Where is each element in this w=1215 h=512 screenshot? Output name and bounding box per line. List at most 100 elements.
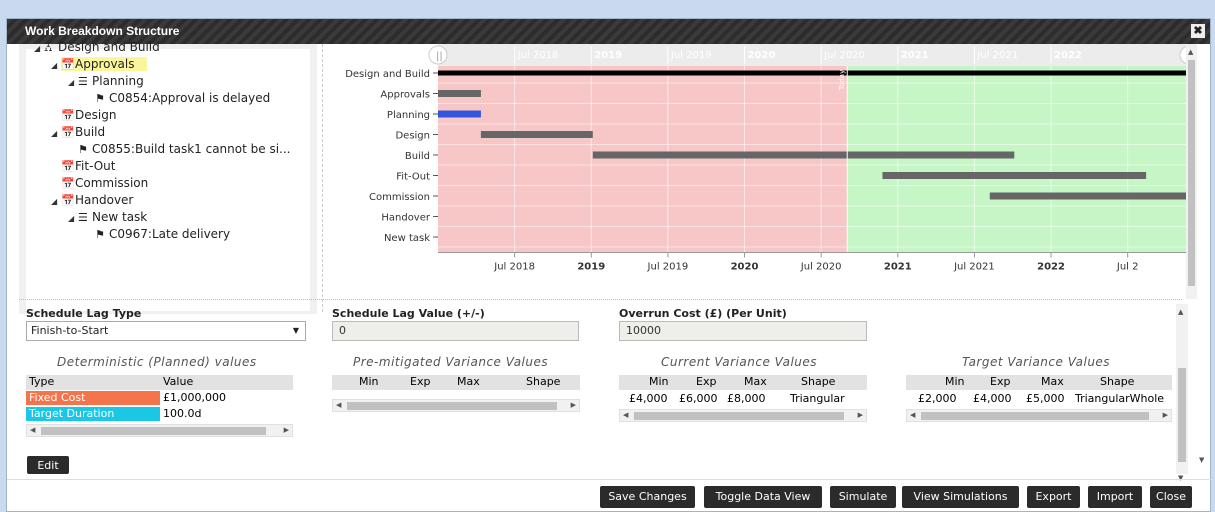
simulate-button[interactable]: Simulate [830,486,896,508]
tree-node[interactable]: ⚑ C0967:Late delivery [95,226,230,243]
tree-node-content[interactable]: ⚑ C0855:Build task1 cannot be si... [78,142,290,156]
value-cell-fixed-cost[interactable]: £1,000,000 [163,391,293,405]
tree-node-content[interactable]: 📅Commission [61,176,148,190]
scroll-left-icon[interactable]: ◀ [336,400,341,411]
scroll-thumb[interactable] [41,427,266,435]
navigator-tick-label: 2021 [901,50,929,61]
task-bar[interactable] [882,172,1147,179]
target-exp-cell[interactable]: £4,000 [973,392,1012,406]
deterministic-hscroll[interactable]: ◀ ▶ [26,424,293,437]
tree-node[interactable]: ◢ ☰ New task [68,209,147,226]
task-bar[interactable] [480,131,593,138]
dialog-titlebar[interactable]: Work Breakdown Structure ✖ [7,19,1210,44]
task-bar[interactable] [438,90,481,97]
future-zone [847,66,1189,253]
scroll-thumb[interactable] [634,412,844,420]
type-cell-target-duration[interactable]: Target Duration [26,407,160,421]
expand-toggle-icon[interactable]: ◢ [68,210,78,227]
past-zone [438,66,848,253]
value-cell-target-duration[interactable]: 100.0d [163,407,293,421]
tree-node[interactable]: ◢ 📅Handover [51,192,133,209]
task-bar[interactable] [438,110,481,118]
current-shape-cell[interactable]: Triangular [790,392,845,406]
tree-node-content[interactable]: ⚑ C0967:Late delivery [95,227,230,241]
scroll-thumb[interactable] [347,402,557,410]
form-vertical-scrollbar[interactable]: ▲ ▼ [1176,304,1188,482]
navigator-tick-label: 2020 [748,50,776,61]
scroll-up-icon[interactable]: ▲ [1188,48,1193,56]
scroll-thumb[interactable] [921,412,1149,420]
tree-node-content[interactable]: ⛼ Design and Build [44,40,160,54]
tree-node[interactable]: 📅Design [61,107,116,124]
col-exp-header: Exp [990,375,1011,388]
task-bar[interactable] [592,151,1015,159]
x-tick-label: Jul 2021 [953,262,995,273]
tree-node-content[interactable]: 📅Fit-Out [61,159,116,173]
lag-type-select[interactable]: Finish-to-Start ▼ [26,321,306,341]
scroll-thumb[interactable] [1178,368,1186,462]
calendar-icon: 📅 [61,177,75,190]
current-hscroll[interactable]: ◀ ▶ [619,409,867,422]
tree-node[interactable]: 📅Commission [61,175,148,192]
scroll-right-icon[interactable]: ▶ [1163,410,1168,421]
tree-node[interactable]: ◢ 📅Approvals [51,56,147,73]
target-min-cell[interactable]: £2,000 [918,392,957,406]
tree-node[interactable]: ⚑ C0855:Build task1 cannot be si... [78,141,290,158]
x-tick-label: 2021 [884,262,912,273]
close-button[interactable]: Close [1150,486,1192,508]
tree-node[interactable]: 📅Fit-Out [61,158,116,175]
chart-vertical-scrollbar[interactable]: ▲ [1186,44,1197,299]
scroll-right-icon[interactable]: ▶ [571,400,576,411]
tree-node-content[interactable]: 📅Build [61,125,105,139]
target-shape-cell[interactable]: TriangularWhole [1075,392,1164,406]
premitigated-hscroll[interactable]: ◀ ▶ [332,399,580,412]
scroll-down-icon[interactable]: ▼ [1178,474,1183,482]
calendar-icon: 📅 [61,160,75,173]
tree-node-content[interactable]: ☰ New task [78,210,147,224]
expand-toggle-icon[interactable]: ◢ [34,40,44,57]
tree-node-content[interactable]: 📅Handover [61,193,133,207]
scroll-left-icon[interactable]: ◀ [30,425,35,436]
scroll-left-icon[interactable]: ◀ [910,410,915,421]
scroll-thumb[interactable] [1188,60,1195,286]
tree-node-content[interactable]: 📅Design [61,108,116,122]
toggle-data-view-button[interactable]: Toggle Data View [704,486,822,508]
edit-button[interactable]: Edit [27,456,69,474]
task-bar[interactable] [989,192,1189,200]
current-max-cell[interactable]: £8,000 [727,392,766,406]
expand-toggle-icon[interactable]: ◢ [51,193,61,210]
scroll-down-icon[interactable]: ▼ [1199,456,1204,464]
type-cell-fixed-cost[interactable]: Fixed Cost [26,391,160,405]
tree-node-content[interactable]: ☰ Planning [78,74,144,88]
tree-node-label: C0855:Build task1 cannot be si... [92,142,291,156]
expand-toggle-icon[interactable]: ◢ [51,57,61,74]
export-button[interactable]: Export [1027,486,1080,508]
overrun-cost-input[interactable]: 10000 [619,321,867,341]
x-tick-label: Jul 2018 [493,262,535,273]
scroll-right-icon[interactable]: ▶ [284,425,289,436]
expand-toggle-icon[interactable]: ◢ [68,74,78,91]
current-min-cell[interactable]: £4,000 [629,392,668,406]
row-label: Commission [369,192,430,203]
target-hscroll[interactable]: ◀ ▶ [906,409,1172,422]
tree-node[interactable]: ◢ ☰ Planning [68,73,144,90]
tree-node[interactable]: ◢ 📅Build [51,124,105,141]
tree-node-content[interactable]: ⚑ C0854:Approval is delayed [95,91,270,105]
tree-node[interactable]: ◢ ⛼ Design and Build [34,39,160,56]
today-label: Today [838,70,846,91]
scroll-right-icon[interactable]: ▶ [858,410,863,421]
target-max-cell[interactable]: £5,000 [1026,392,1065,406]
x-tick-label: Jul 2020 [800,262,842,273]
close-icon[interactable]: ✖ [1191,24,1205,38]
save-changes-button[interactable]: Save Changes [600,486,695,508]
scroll-up-icon[interactable]: ▲ [1178,308,1183,316]
lag-value-input[interactable]: 0 [332,321,579,341]
tree-node-content[interactable]: 📅Approvals [61,57,147,71]
current-exp-cell[interactable]: £6,000 [679,392,718,406]
task-bar[interactable] [438,70,1189,76]
tree-node[interactable]: ⚑ C0854:Approval is delayed [95,90,270,107]
expand-toggle-icon[interactable]: ◢ [51,125,61,142]
view-simulations-button[interactable]: View Simulations [902,486,1019,508]
scroll-left-icon[interactable]: ◀ [623,410,628,421]
import-button[interactable]: Import [1088,486,1142,508]
